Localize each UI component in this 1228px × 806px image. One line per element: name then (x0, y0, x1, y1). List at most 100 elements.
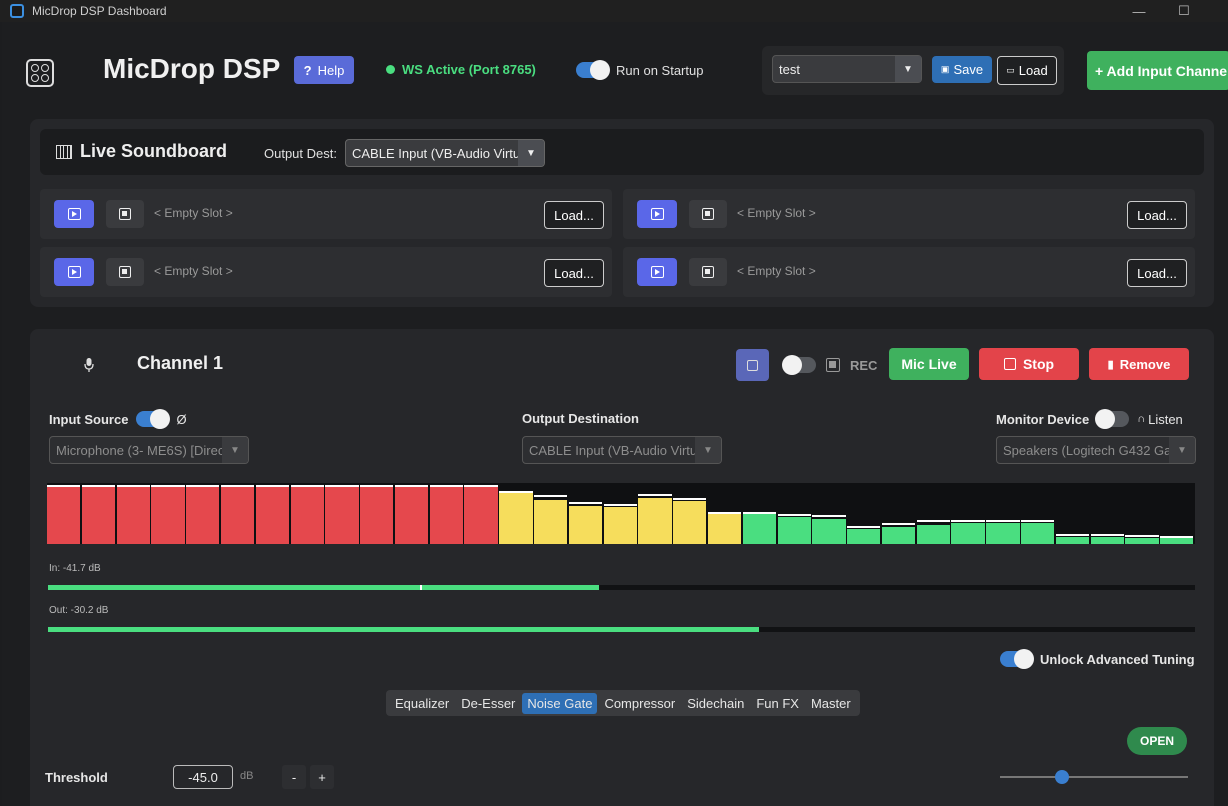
slot-load-button[interactable]: Load... (1127, 201, 1187, 229)
dsp-tabs: Equalizer De-Esser Noise Gate Compressor… (386, 690, 860, 716)
threshold-slider[interactable] (1000, 770, 1188, 784)
rec-control: REC (782, 355, 877, 375)
input-level-label: In: -41.7 dB (49, 563, 101, 574)
play-icon (67, 208, 81, 220)
spectrum-peak (1090, 534, 1124, 536)
run-on-startup: Run on Startup (576, 60, 704, 80)
output-destination-select[interactable]: CABLE Input (VB-Audio Virtual Cable) ▼ (522, 436, 722, 464)
run-on-startup-label: Run on Startup (616, 62, 704, 78)
sound-slot: < Empty Slot > Load... (40, 247, 612, 297)
spectrum-bar (1055, 537, 1090, 544)
monitor-device-label-row: Monitor Device ∩ Listen (996, 409, 1183, 429)
monitor-device-value: Speakers (Logitech G432 Gaming Headset) (1003, 443, 1195, 458)
maximize-button[interactable]: ☐ (1161, 0, 1207, 22)
play-icon (67, 266, 81, 278)
slot-name: < Empty Slot > (154, 206, 233, 220)
monitor-device-select[interactable]: Speakers (Logitech G432 Gaming Headset) … (996, 436, 1196, 464)
chevron-down-icon[interactable]: ▼ (895, 56, 921, 82)
spectrum-bar (47, 485, 81, 544)
chevron-down-icon[interactable]: ▼ (518, 140, 544, 166)
tab-sidechain[interactable]: Sidechain (682, 693, 749, 714)
chevron-down-icon[interactable]: ▼ (695, 437, 721, 463)
output-dest-value: CABLE Input (VB-Audio Virtual Cable) (352, 146, 544, 161)
phase-invert-toggle[interactable] (136, 409, 171, 429)
threshold-slider-thumb[interactable] (1055, 770, 1070, 784)
input-source-select[interactable]: Microphone (3- ME6S) [Direct] ▼ (49, 436, 249, 464)
channel-settings-button[interactable] (736, 349, 769, 381)
tab-noise-gate[interactable]: Noise Gate (522, 692, 598, 714)
soundboard-panel: Live Soundboard Output Dest: CABLE Input… (30, 119, 1214, 307)
stop-label: Stop (1022, 356, 1055, 372)
spectrum-analyzer (47, 483, 1195, 544)
spectrum-peak (847, 526, 881, 528)
spectrum-bar (986, 523, 1020, 544)
ws-status-text: WS Active (Port 8765) (402, 62, 536, 77)
slot-load-button[interactable]: Load... (544, 201, 604, 229)
spectrum-bar (603, 507, 637, 544)
tab-de-esser[interactable]: De-Esser (456, 693, 520, 714)
output-level-fill (48, 627, 760, 632)
spectrum-bar (499, 491, 533, 544)
remove-channel-button[interactable]: ▮ Remove (1089, 348, 1189, 380)
spectrum-peak (812, 515, 846, 517)
spectrum-bar (777, 517, 811, 544)
minimize-button[interactable]: — (1116, 0, 1162, 22)
slot-name: < Empty Slot > (737, 206, 816, 220)
spectrum-bar (1125, 538, 1159, 544)
floppy-icon: ▣ (940, 64, 950, 74)
save-preset-button[interactable]: ▣ Save (932, 56, 992, 83)
input-peak-marker (420, 585, 422, 590)
channel-title: Channel 1 (137, 353, 224, 373)
threshold-increment-button[interactable]: + (310, 765, 334, 789)
spectrum-peak (881, 523, 916, 525)
slot-stop-button[interactable] (106, 258, 144, 286)
slot-play-button[interactable] (637, 258, 677, 286)
stop-channel-button[interactable]: Stop (979, 348, 1079, 380)
spectrum-peak (951, 520, 985, 522)
tab-fun-fx[interactable]: Fun FX (751, 693, 804, 714)
output-destination-value: CABLE Input (VB-Audio Virtual Cable) (529, 443, 721, 458)
slot-stop-button[interactable] (689, 258, 727, 286)
tab-compressor[interactable]: Compressor (599, 693, 680, 714)
add-input-channel-button[interactable]: + Add Input Channel (1087, 51, 1228, 90)
spectrum-bar (255, 485, 289, 544)
output-dest-select[interactable]: CABLE Input (VB-Audio Virtual Cable) ▼ (345, 139, 545, 167)
sound-slot: < Empty Slot > Load... (623, 189, 1195, 239)
soundboard-title-text: Live Soundboard (80, 141, 228, 161)
slot-load-button[interactable]: Load... (544, 259, 604, 287)
spectrum-bar (464, 485, 498, 544)
help-icon: ? (303, 62, 312, 78)
piano-icon (56, 144, 72, 159)
listen-toggle[interactable] (1095, 409, 1130, 429)
spectrum-bar (1021, 523, 1055, 544)
slot-play-button[interactable] (54, 200, 94, 228)
chevron-down-icon[interactable]: ▼ (1169, 437, 1195, 463)
spectrum-peak (986, 520, 1020, 522)
chevron-down-icon[interactable]: ▼ (222, 437, 248, 463)
slot-play-button[interactable] (54, 258, 94, 286)
threshold-decrement-button[interactable]: - (282, 765, 306, 789)
tab-equalizer[interactable]: Equalizer (390, 693, 454, 714)
run-on-startup-toggle[interactable] (576, 60, 610, 80)
app-brand: MicDrop DSP (103, 53, 281, 84)
microphone-icon (84, 358, 94, 372)
rec-toggle[interactable] (782, 355, 816, 375)
slot-stop-button[interactable] (689, 200, 727, 228)
help-label: Help (317, 62, 345, 78)
load-preset-button[interactable]: ▭ Load (997, 56, 1057, 85)
spectrum-bar (881, 527, 916, 544)
preset-select[interactable]: test ▼ (772, 55, 922, 83)
slot-play-button[interactable] (637, 200, 677, 228)
mic-live-button[interactable]: Mic Live (889, 348, 969, 380)
unlock-advanced-toggle[interactable] (1000, 649, 1034, 669)
spectrum-bar (638, 498, 672, 544)
spectrum-bar (673, 501, 707, 544)
threshold-input[interactable]: -45.0 (173, 765, 233, 789)
help-button[interactable]: ? Help (294, 56, 354, 84)
record-icon (826, 358, 840, 372)
stop-icon (119, 266, 131, 278)
play-icon (650, 208, 664, 220)
slot-load-button[interactable]: Load... (1127, 259, 1187, 287)
slot-stop-button[interactable] (106, 200, 144, 228)
tab-master[interactable]: Master (806, 693, 856, 714)
